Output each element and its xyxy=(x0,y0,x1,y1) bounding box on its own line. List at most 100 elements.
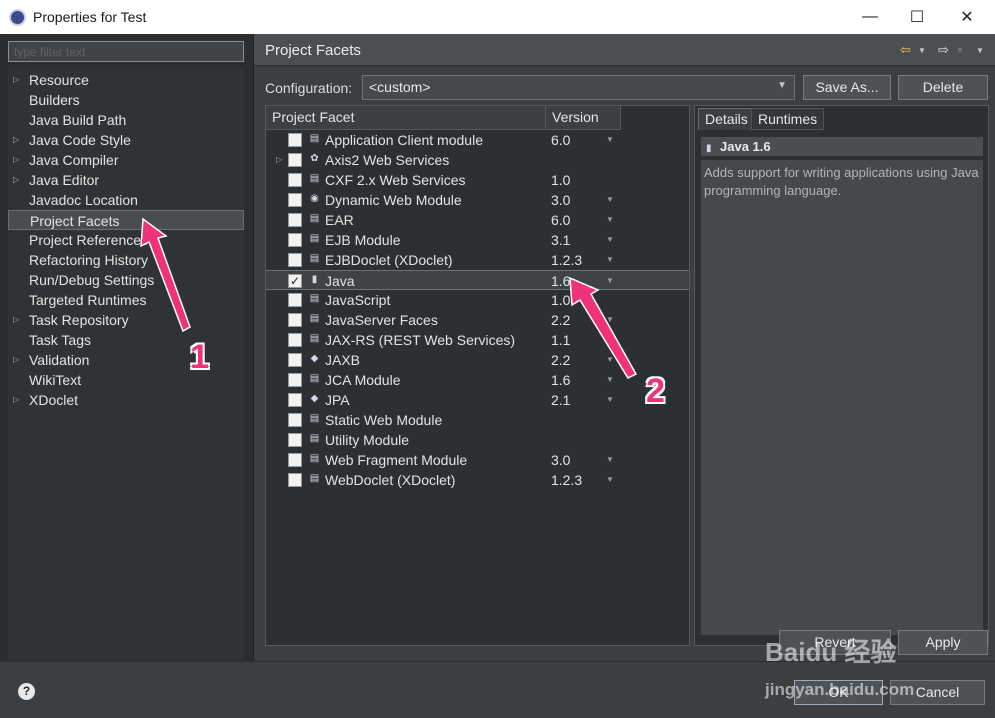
facet-row[interactable]: ▤ JavaScript 1.0 xyxy=(266,290,689,310)
facet-checkbox[interactable] xyxy=(288,193,302,207)
facet-checkbox[interactable] xyxy=(288,433,302,447)
expand-arrow-icon[interactable]: ▷ xyxy=(13,150,19,170)
facet-row[interactable]: ▤ JCA Module 1.6 ▼ xyxy=(266,370,689,390)
maximize-button[interactable]: ☐ xyxy=(894,4,940,30)
tree-item[interactable]: Javadoc Location xyxy=(8,190,244,210)
facet-checkbox[interactable] xyxy=(288,393,302,407)
tree-item[interactable]: Project Facets xyxy=(8,210,244,230)
facet-checkbox[interactable] xyxy=(288,293,302,307)
facet-row[interactable]: ▤ Application Client module 6.0 ▼ xyxy=(266,130,689,150)
expand-arrow-icon[interactable]: ▷ xyxy=(13,170,19,190)
facet-version[interactable]: 3.0 xyxy=(551,190,570,210)
facet-checkbox[interactable] xyxy=(288,253,302,267)
facet-checkbox[interactable] xyxy=(288,173,302,187)
filter-input[interactable] xyxy=(8,41,244,62)
facet-version[interactable]: 2.2 xyxy=(551,350,570,370)
help-icon[interactable]: ? xyxy=(18,683,35,700)
facet-version[interactable]: 1.0 xyxy=(551,290,570,310)
facet-version[interactable]: 1.1 xyxy=(551,330,570,350)
facet-row[interactable]: ▤ JavaServer Faces 2.2 ▼ xyxy=(266,310,689,330)
chevron-down-icon[interactable]: ▼ xyxy=(606,130,614,150)
facet-row[interactable]: ▤ Static Web Module xyxy=(266,410,689,430)
chevron-down-icon[interactable]: ▼ xyxy=(606,450,614,470)
tree-item[interactable]: ▷ XDoclet xyxy=(8,390,244,410)
facet-row[interactable]: ◉ Dynamic Web Module 3.0 ▼ xyxy=(266,190,689,210)
facet-row[interactable]: ▷ ✿ Axis2 Web Services xyxy=(266,150,689,170)
facet-row[interactable]: ▤ WebDoclet (XDoclet) 1.2.3 ▼ xyxy=(266,470,689,490)
facet-row[interactable]: ◆ JPA 2.1 ▼ xyxy=(266,390,689,410)
tree-item[interactable]: Project References xyxy=(8,230,244,250)
forward-arrow-icon[interactable]: ⇨ xyxy=(938,42,949,58)
configuration-select[interactable]: <custom> ▼ xyxy=(362,75,795,100)
facet-version[interactable]: 3.0 xyxy=(551,450,570,470)
chevron-down-icon[interactable]: ▼ xyxy=(606,190,614,210)
forward-dropdown-icon[interactable]: ▼ xyxy=(956,46,964,55)
tree-item[interactable]: Builders xyxy=(8,90,244,110)
tree-item[interactable]: ▷ Resource xyxy=(8,70,244,90)
tab-runtimes[interactable]: Runtimes xyxy=(751,108,825,130)
facet-checkbox[interactable] xyxy=(288,413,302,427)
facet-row[interactable]: ▤ EAR 6.0 ▼ xyxy=(266,210,689,230)
facet-checkbox[interactable] xyxy=(288,213,302,227)
facet-row[interactable]: ✓ ▮ Java 1.6 ▼ xyxy=(266,270,689,290)
save-as-button[interactable]: Save As... xyxy=(803,75,891,100)
chevron-down-icon[interactable]: ▼ xyxy=(606,230,614,250)
expand-arrow-icon[interactable]: ▷ xyxy=(13,390,19,410)
facet-checkbox[interactable] xyxy=(288,353,302,367)
facet-row[interactable]: ◆ JAXB 2.2 ▼ xyxy=(266,350,689,370)
facet-version[interactable]: 6.0 xyxy=(551,210,570,230)
facet-row[interactable]: ▤ Utility Module xyxy=(266,430,689,450)
facet-version[interactable]: 1.6 xyxy=(551,271,570,291)
facet-checkbox[interactable] xyxy=(288,473,302,487)
tree-item[interactable]: ▷ Java Code Style xyxy=(8,130,244,150)
column-header-version[interactable]: Version xyxy=(546,106,621,130)
tab-details[interactable]: Details xyxy=(698,108,755,130)
facet-row[interactable]: ▤ CXF 2.x Web Services 1.0 xyxy=(266,170,689,190)
chevron-down-icon[interactable]: ▼ xyxy=(606,470,614,490)
facet-version[interactable]: 3.1 xyxy=(551,230,570,250)
back-dropdown-icon[interactable]: ▼ xyxy=(918,46,926,55)
facet-version[interactable]: 1.6 xyxy=(551,370,570,390)
facet-version[interactable]: 2.1 xyxy=(551,390,570,410)
facet-version[interactable]: 6.0 xyxy=(551,130,570,150)
expand-arrow-icon[interactable]: ▷ xyxy=(13,130,19,150)
tree-item[interactable]: ▷ Java Compiler xyxy=(8,150,244,170)
facet-checkbox[interactable] xyxy=(288,153,302,167)
facet-checkbox[interactable] xyxy=(288,333,302,347)
column-header-facet[interactable]: Project Facet xyxy=(266,106,546,130)
view-menu-icon[interactable]: ▼ xyxy=(976,46,984,55)
tree-item[interactable]: Run/Debug Settings xyxy=(8,270,244,290)
back-arrow-icon[interactable]: ⇦ xyxy=(900,42,911,58)
chevron-down-icon[interactable]: ▼ xyxy=(606,271,614,291)
delete-button[interactable]: Delete xyxy=(898,75,988,100)
chevron-down-icon[interactable]: ▼ xyxy=(606,370,614,390)
facet-checkbox[interactable] xyxy=(288,233,302,247)
facet-row[interactable]: ▤ EJBDoclet (XDoclet) 1.2.3 ▼ xyxy=(266,250,689,270)
tree-item[interactable]: Targeted Runtimes xyxy=(8,290,244,310)
tree-item[interactable]: Refactoring History xyxy=(8,250,244,270)
tree-item[interactable]: ▷ Java Editor xyxy=(8,170,244,190)
facet-version[interactable]: 2.2 xyxy=(551,310,570,330)
expand-arrow-icon[interactable]: ▷ xyxy=(13,70,19,90)
expand-arrow-icon[interactable]: ▷ xyxy=(13,310,19,330)
apply-button[interactable]: Apply xyxy=(898,630,988,655)
facet-row[interactable]: ▤ Web Fragment Module 3.0 ▼ xyxy=(266,450,689,470)
expand-arrow-icon[interactable]: ▷ xyxy=(13,350,19,370)
chevron-down-icon[interactable]: ▼ xyxy=(606,310,614,330)
chevron-down-icon[interactable]: ▼ xyxy=(606,350,614,370)
facet-version[interactable]: 1.0 xyxy=(551,170,570,190)
facet-version[interactable]: 1.2.3 xyxy=(551,470,582,490)
facet-checkbox[interactable] xyxy=(288,373,302,387)
facet-checkbox[interactable] xyxy=(288,453,302,467)
facet-row[interactable]: ▤ EJB Module 3.1 ▼ xyxy=(266,230,689,250)
tree-item[interactable]: ▷ Task Repository xyxy=(8,310,244,330)
facet-row[interactable]: ▤ JAX-RS (REST Web Services) 1.1 xyxy=(266,330,689,350)
chevron-down-icon[interactable]: ▼ xyxy=(606,210,614,230)
facet-checkbox[interactable] xyxy=(288,133,302,147)
expand-arrow-icon[interactable]: ▷ xyxy=(276,150,282,170)
chevron-down-icon[interactable]: ▼ xyxy=(606,390,614,410)
tree-item[interactable]: Java Build Path xyxy=(8,110,244,130)
facet-checkbox[interactable]: ✓ xyxy=(288,274,302,288)
minimize-button[interactable]: — xyxy=(847,4,893,30)
facet-version[interactable]: 1.2.3 xyxy=(551,250,582,270)
